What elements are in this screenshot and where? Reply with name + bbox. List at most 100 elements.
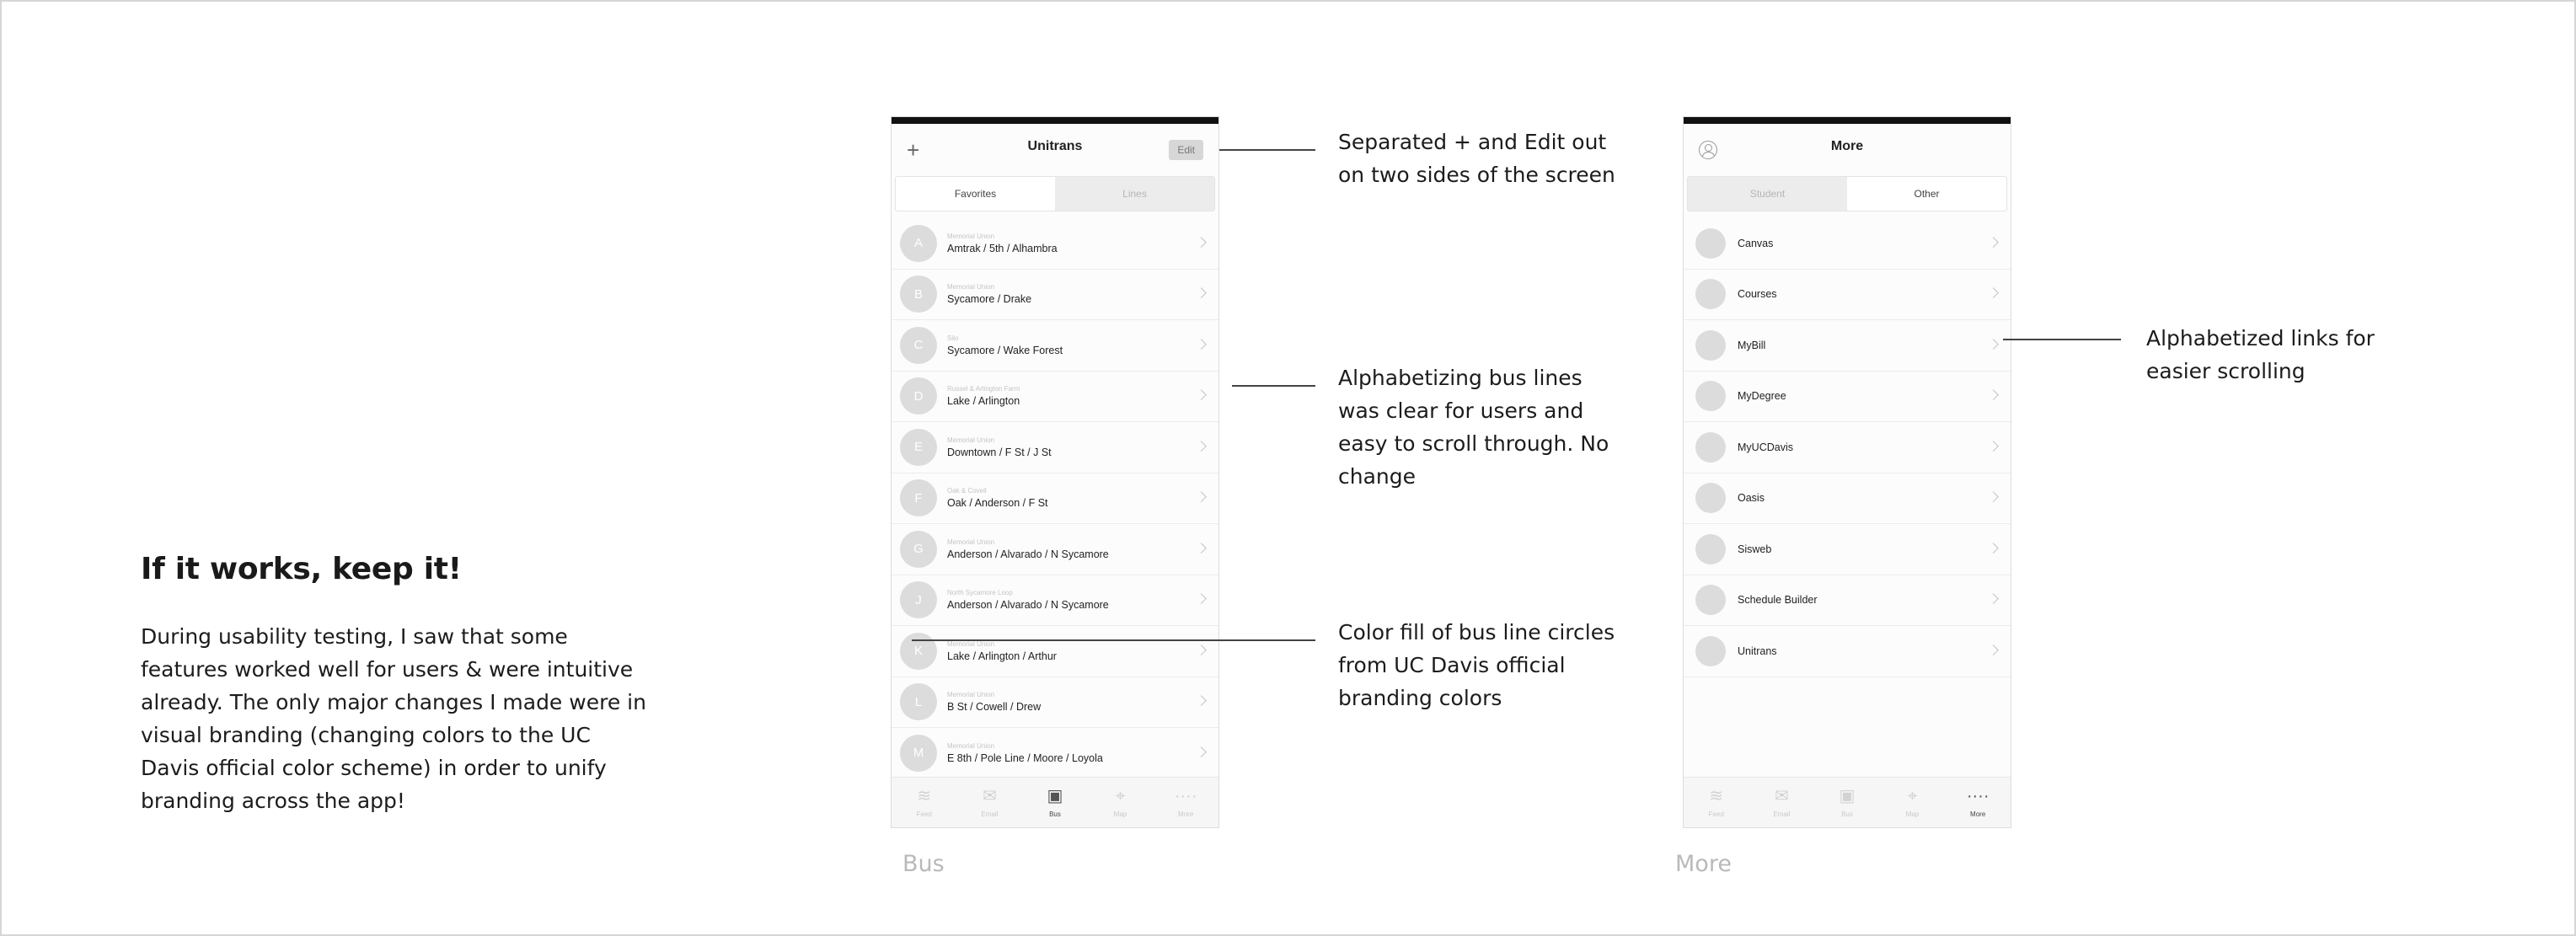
row-subtitle: Memorial Union [947, 232, 995, 240]
tab-label: Email [1773, 810, 1791, 818]
annotation-alpha: Alphabetizing bus lines was clear for us… [1338, 366, 1609, 489]
chevron-right-icon [1196, 491, 1207, 503]
annotation-edit: Separated + and Edit out on two sides of… [1338, 130, 1615, 187]
line-letter-circle: E [900, 428, 937, 466]
bus-line-row[interactable]: B Memorial Union Sycamore / Drake [892, 270, 1218, 320]
nav-title: More [1830, 139, 1864, 153]
link-row[interactable]: Unitrans [1684, 626, 2011, 677]
tab-map[interactable]: ⌖ Map [1088, 778, 1154, 827]
row-text: Russel & Arlington Farm Lake / Arlington [947, 385, 1020, 407]
chevron-right-icon [1196, 237, 1207, 248]
tab-feed[interactable]: ≋ Feed [892, 778, 957, 827]
line-letter-circle: D [900, 377, 937, 415]
tab-more[interactable]: ···· More [1945, 778, 2011, 827]
link-label: Unitrans [1738, 645, 1777, 657]
tab-bar: ≋ Feed ✉ Email ▣ Bus ⌖ Map ···· More [892, 777, 1218, 827]
row-text: Memorial Union Anderson / Alvarado / N Sy… [947, 538, 1109, 560]
chevron-right-icon [1988, 645, 1999, 655]
bus-phone-mockup: + Unitrans Edit Favorites Lines A Memorial… [891, 116, 1219, 828]
row-title: E 8th / Pole Line / Moore / Loyola [947, 751, 1103, 764]
row-text: Memorial Union Lake / Arlington / Arthur [947, 640, 1057, 662]
profile-icon[interactable] [1699, 141, 1717, 159]
line-letter-circle: C [900, 326, 937, 364]
chevron-right-icon [1196, 543, 1207, 554]
annotation-leader-color [912, 639, 1315, 641]
bus-line-row[interactable]: A Memorial Union Amtrak / 5th / Alhambra [892, 218, 1218, 270]
tab-bus[interactable]: ▣ Bus [1814, 778, 1880, 827]
bus-line-row[interactable]: G Memorial Union Anderson / Alvarado / N S… [892, 524, 1218, 575]
row-title: Lake / Arlington [947, 395, 1020, 408]
link-icon-circle [1695, 227, 1726, 259]
tab-feed[interactable]: ≋ Feed [1684, 778, 1749, 827]
line-letter-circle: G [900, 530, 937, 568]
segment-lines[interactable]: Lines [1055, 177, 1214, 211]
row-subtitle: Silo [947, 334, 959, 342]
chevron-right-icon [1988, 339, 1999, 350]
link-icon-circle [1695, 533, 1726, 564]
bus-line-row[interactable]: M Memorial Union E 8th / Pole Line / Moore… [892, 728, 1218, 779]
tab-bus[interactable]: ▣ Bus [1022, 778, 1088, 827]
tab-label: More [1970, 810, 1986, 818]
link-row[interactable]: Schedule Builder [1684, 575, 2011, 626]
link-row[interactable]: Canvas [1684, 218, 2011, 270]
tab-map[interactable]: ⌖ Map [1880, 778, 1946, 827]
chevron-right-icon [1988, 543, 1999, 554]
row-title: Oak / Anderson / F St [947, 497, 1048, 510]
bus-line-row[interactable]: L Memorial Union B St / Cowell / Drew [892, 677, 1218, 728]
email-icon: ✉ [983, 786, 997, 805]
tab-email[interactable]: ✉ Email [1749, 778, 1815, 827]
link-label: MyDegree [1738, 390, 1786, 403]
chevron-right-icon [1988, 593, 1999, 605]
link-icon-circle [1695, 279, 1726, 310]
row-text: Memorial Union Sycamore / Drake [947, 283, 1031, 305]
segment-other[interactable]: Other [1847, 177, 2006, 211]
chevron-right-icon [1196, 287, 1207, 299]
bus-line-row[interactable]: C Silo Sycamore / Wake Forest [892, 320, 1218, 372]
map-icon: ⌖ [1907, 786, 1918, 805]
chevron-right-icon [1196, 746, 1207, 757]
bus-line-row[interactable]: F Oak & Covell Oak / Anderson / F St [892, 473, 1218, 524]
bus-lines-list: A Memorial Union Amtrak / 5th / Alhambra B M… [892, 218, 1218, 779]
chevron-right-icon [1196, 441, 1207, 452]
bus-line-row[interactable]: J North Sycamore Loop Anderson / Alvarado … [892, 575, 1218, 626]
segment-student[interactable]: Student [1688, 177, 1847, 211]
link-row[interactable]: MyBill [1684, 320, 2011, 372]
feed-icon: ≋ [917, 786, 932, 805]
row-title: Sycamore / Wake Forest [947, 344, 1063, 356]
link-icon-circle [1695, 585, 1726, 616]
row-subtitle: North Sycamore Loop [947, 589, 1013, 597]
link-icon-circle [1695, 483, 1726, 514]
row-subtitle: Memorial Union [947, 283, 995, 291]
link-row[interactable]: Sisweb [1684, 524, 2011, 575]
tab-more[interactable]: ···· More [1153, 778, 1218, 827]
chevron-right-icon [1988, 389, 1999, 401]
chevron-right-icon [1196, 695, 1207, 707]
row-title: Amtrak / 5th / Alhambra [947, 242, 1058, 254]
bus-line-row[interactable]: K Memorial Union Lake / Arlington / Arthur [892, 626, 1218, 677]
link-row[interactable]: MyUCDavis [1684, 422, 2011, 473]
link-icon-circle [1695, 329, 1726, 361]
link-row[interactable]: MyDegree [1684, 372, 2011, 422]
line-letter-circle: L [900, 683, 937, 721]
row-subtitle: Memorial Union [947, 691, 995, 699]
add-icon[interactable]: + [907, 139, 919, 161]
left-copy: If it works, keep it! During usability t… [141, 552, 646, 817]
tab-email[interactable]: ✉ Email [957, 778, 1023, 827]
bus-line-row[interactable]: E Memorial Union Downtown / F St / J St [892, 422, 1218, 473]
more-phone-mockup: More Student Other Canvas Courses MyBill MyD… [1683, 116, 2011, 828]
link-row[interactable]: Oasis [1684, 473, 2011, 524]
chevron-right-icon [1988, 491, 1999, 503]
bus-icon: ▣ [1047, 786, 1063, 805]
row-subtitle: Oak & Covell [947, 487, 987, 495]
link-row[interactable]: Courses [1684, 270, 2011, 320]
line-letter-circle: F [900, 479, 937, 517]
links-list: Canvas Courses MyBill MyDegree MyUCDavis Oasi… [1684, 218, 2011, 677]
edit-button[interactable]: Edit [1169, 140, 1203, 160]
row-title: B St / Cowell / Drew [947, 701, 1042, 714]
bus-line-row[interactable]: D Russel & Arlington Farm Lake / Arlington [892, 372, 1218, 422]
more-caption: More [1675, 851, 1732, 877]
tab-bar: ≋ Feed ✉ Email ▣ Bus ⌖ Map ···· More [1684, 777, 2011, 827]
link-label: Canvas [1738, 237, 1774, 249]
link-label: Oasis [1738, 492, 1765, 505]
segment-favorites[interactable]: Favorites [896, 177, 1055, 211]
